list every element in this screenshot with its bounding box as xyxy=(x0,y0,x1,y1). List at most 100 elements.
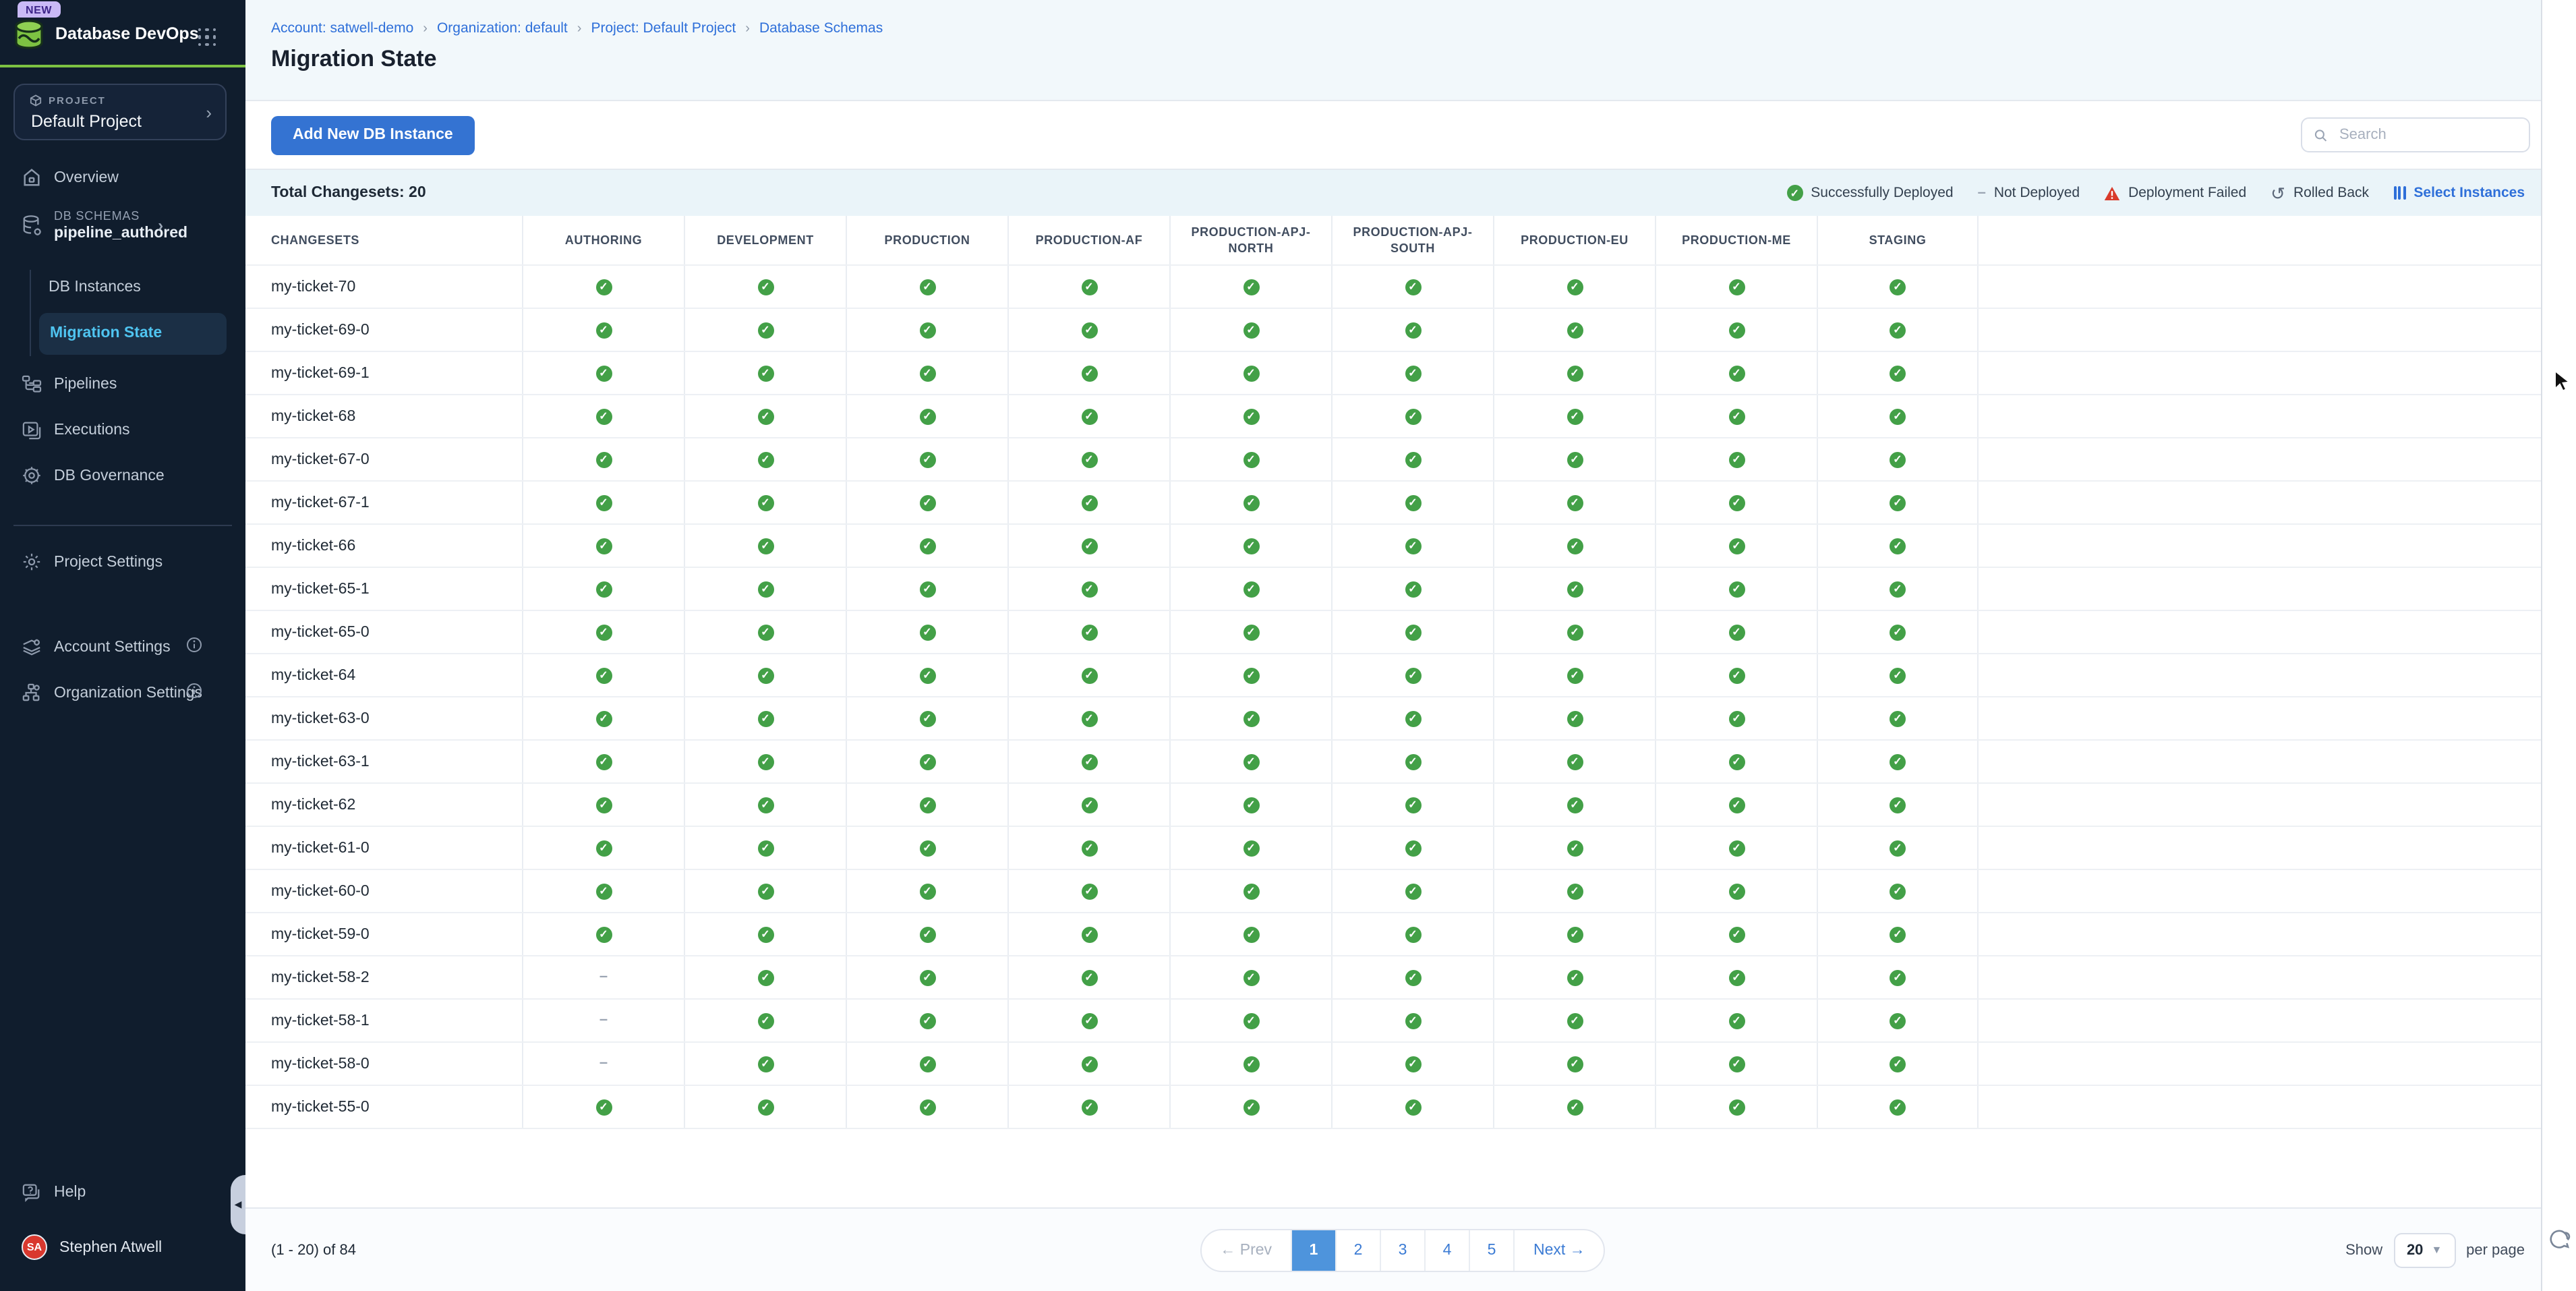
success-icon: ✓ xyxy=(1890,451,1906,467)
status-cell-success: ✓ xyxy=(1331,482,1493,523)
status-cell-success: ✓ xyxy=(522,352,684,394)
sidebar-item-account-settings[interactable]: Account Settings xyxy=(22,637,224,657)
sidebar-item-pipelines[interactable]: Pipelines xyxy=(22,375,117,393)
sidebar-item-db-instances[interactable]: DB Instances xyxy=(49,279,141,295)
select-instances-button[interactable]: Select Instances xyxy=(2393,185,2525,201)
success-icon: ✓ xyxy=(1567,451,1583,467)
sidebar-item-project-settings[interactable]: Project Settings xyxy=(22,552,163,572)
breadcrumb-link[interactable]: Project: Default Project xyxy=(591,20,736,36)
table-row: my-ticket-67-0✓✓✓✓✓✓✓✓✓ xyxy=(245,438,2541,482)
app-grid-icon[interactable] xyxy=(198,28,217,47)
success-icon: ✓ xyxy=(757,279,773,295)
status-cell-success: ✓ xyxy=(1493,827,1655,869)
prev-page-button[interactable]: ← Prev xyxy=(1201,1230,1291,1270)
db-schemas-value: pipeline_authored xyxy=(54,225,187,241)
status-cell-success: ✓ xyxy=(1169,827,1331,869)
status-cell-success: ✓ xyxy=(1169,568,1331,610)
status-cell-success: ✓ xyxy=(522,870,684,912)
success-icon: ✓ xyxy=(1405,538,1421,554)
status-cell-success: ✓ xyxy=(684,697,846,739)
sidebar-item-migration-state[interactable]: Migration State xyxy=(39,313,227,355)
account-settings-icon xyxy=(22,637,42,657)
legend-item: ↺Rolled Back xyxy=(2271,184,2369,202)
status-cell-success: ✓ xyxy=(522,784,684,826)
changeset-name: my-ticket-63-0 xyxy=(245,697,522,739)
success-icon: ✓ xyxy=(1081,494,1097,511)
success-icon: ✓ xyxy=(757,408,773,424)
status-cell-success: ✓ xyxy=(1007,438,1169,480)
column-header: STAGING xyxy=(1817,216,1979,264)
subnav-rail xyxy=(30,270,31,356)
success-icon: ✓ xyxy=(1890,710,1906,726)
scrollbar-gutter[interactable] xyxy=(2541,0,2576,1291)
breadcrumb-link[interactable]: Account: satwell-demo xyxy=(271,20,413,36)
info-icon[interactable] xyxy=(186,637,202,657)
changeset-name: my-ticket-68 xyxy=(245,395,522,437)
sidebar-item-db-governance[interactable]: DB Governance xyxy=(22,465,165,486)
changeset-name: my-ticket-67-1 xyxy=(245,482,522,523)
page-size-select[interactable]: 20 ▼ xyxy=(2393,1232,2455,1267)
deployment-failed-icon xyxy=(2104,185,2120,200)
info-icon[interactable] xyxy=(186,683,202,703)
status-cell-success: ✓ xyxy=(1493,568,1655,610)
table-row: my-ticket-63-1✓✓✓✓✓✓✓✓✓ xyxy=(245,741,2541,784)
status-cell-success: ✓ xyxy=(1169,482,1331,523)
legend-item: ✓Successfully Deployed xyxy=(1786,185,1953,201)
column-header: PRODUCTION xyxy=(846,216,1007,264)
success-icon: ✓ xyxy=(1405,1099,1421,1115)
next-page-button[interactable]: Next → xyxy=(1513,1230,1604,1270)
page-button-3[interactable]: 3 xyxy=(1380,1230,1424,1270)
success-icon: ✓ xyxy=(1728,322,1745,338)
success-icon: ✓ xyxy=(1890,408,1906,424)
status-cell-success: ✓ xyxy=(846,395,1007,437)
changeset-name: my-ticket-60-0 xyxy=(245,870,522,912)
status-cell-success: ✓ xyxy=(1817,266,1979,308)
success-icon: ✓ xyxy=(595,408,612,424)
page-button-1[interactable]: 1 xyxy=(1291,1230,1335,1270)
page-button-4[interactable]: 4 xyxy=(1424,1230,1469,1270)
organization-settings-icon xyxy=(22,683,42,703)
sidebar-item-help[interactable]: Help xyxy=(22,1183,86,1202)
success-icon: ✓ xyxy=(1081,322,1097,338)
status-cell-success: ✓ xyxy=(1169,1000,1331,1041)
status-cell-success: ✓ xyxy=(1007,352,1169,394)
status-cell-success: ✓ xyxy=(1817,913,1979,955)
status-cell-success: ✓ xyxy=(1169,352,1331,394)
success-icon: ✓ xyxy=(1728,494,1745,511)
success-icon: ✓ xyxy=(757,581,773,597)
page-button-2[interactable]: 2 xyxy=(1335,1230,1380,1270)
new-badge: NEW xyxy=(18,1,60,18)
sidebar-collapse-handle[interactable]: ◀ xyxy=(231,1175,245,1234)
status-cell-success: ✓ xyxy=(846,654,1007,696)
page-button-5[interactable]: 5 xyxy=(1469,1230,1513,1270)
changeset-name: my-ticket-55-0 xyxy=(245,1086,522,1128)
success-icon: ✓ xyxy=(1081,710,1097,726)
success-icon: ✓ xyxy=(1567,494,1583,511)
add-db-instance-button[interactable]: Add New DB Instance xyxy=(271,115,475,154)
user-menu[interactable]: SA Stephen Atwell xyxy=(22,1234,162,1260)
status-cell-success: ✓ xyxy=(1007,482,1169,523)
success-icon: ✓ xyxy=(919,926,935,942)
status-cell-success: ✓ xyxy=(1331,568,1493,610)
breadcrumb-link[interactable]: Database Schemas xyxy=(759,20,883,36)
sidebar-item-db-schemas[interactable]: DB SCHEMAS pipeline_authored › xyxy=(22,209,187,241)
table-row: my-ticket-65-1✓✓✓✓✓✓✓✓✓ xyxy=(245,568,2541,611)
sidebar-item-overview[interactable]: Overview xyxy=(22,167,119,188)
table-row: my-ticket-64✓✓✓✓✓✓✓✓✓ xyxy=(245,654,2541,697)
governance-seal-icon xyxy=(22,465,42,486)
search-box[interactable] xyxy=(2301,117,2530,152)
sidebar-item-executions[interactable]: Executions xyxy=(22,421,130,440)
changeset-name: my-ticket-69-0 xyxy=(245,309,522,351)
sidebar-item-organization-settings[interactable]: Organization Settings xyxy=(22,683,224,703)
support-chat-icon[interactable] xyxy=(2548,1229,2571,1259)
status-cell-success: ✓ xyxy=(1655,1043,1817,1085)
column-header: DEVELOPMENT xyxy=(684,216,846,264)
status-cell-success: ✓ xyxy=(1817,1000,1979,1041)
status-cell-success: ✓ xyxy=(846,870,1007,912)
success-icon: ✓ xyxy=(1243,753,1259,770)
project-selector[interactable]: PROJECT Default Project › xyxy=(13,84,227,140)
search-input[interactable] xyxy=(2337,125,2517,144)
status-cell-success: ✓ xyxy=(1331,395,1493,437)
success-icon: ✓ xyxy=(1405,926,1421,942)
breadcrumb-link[interactable]: Organization: default xyxy=(437,20,568,36)
